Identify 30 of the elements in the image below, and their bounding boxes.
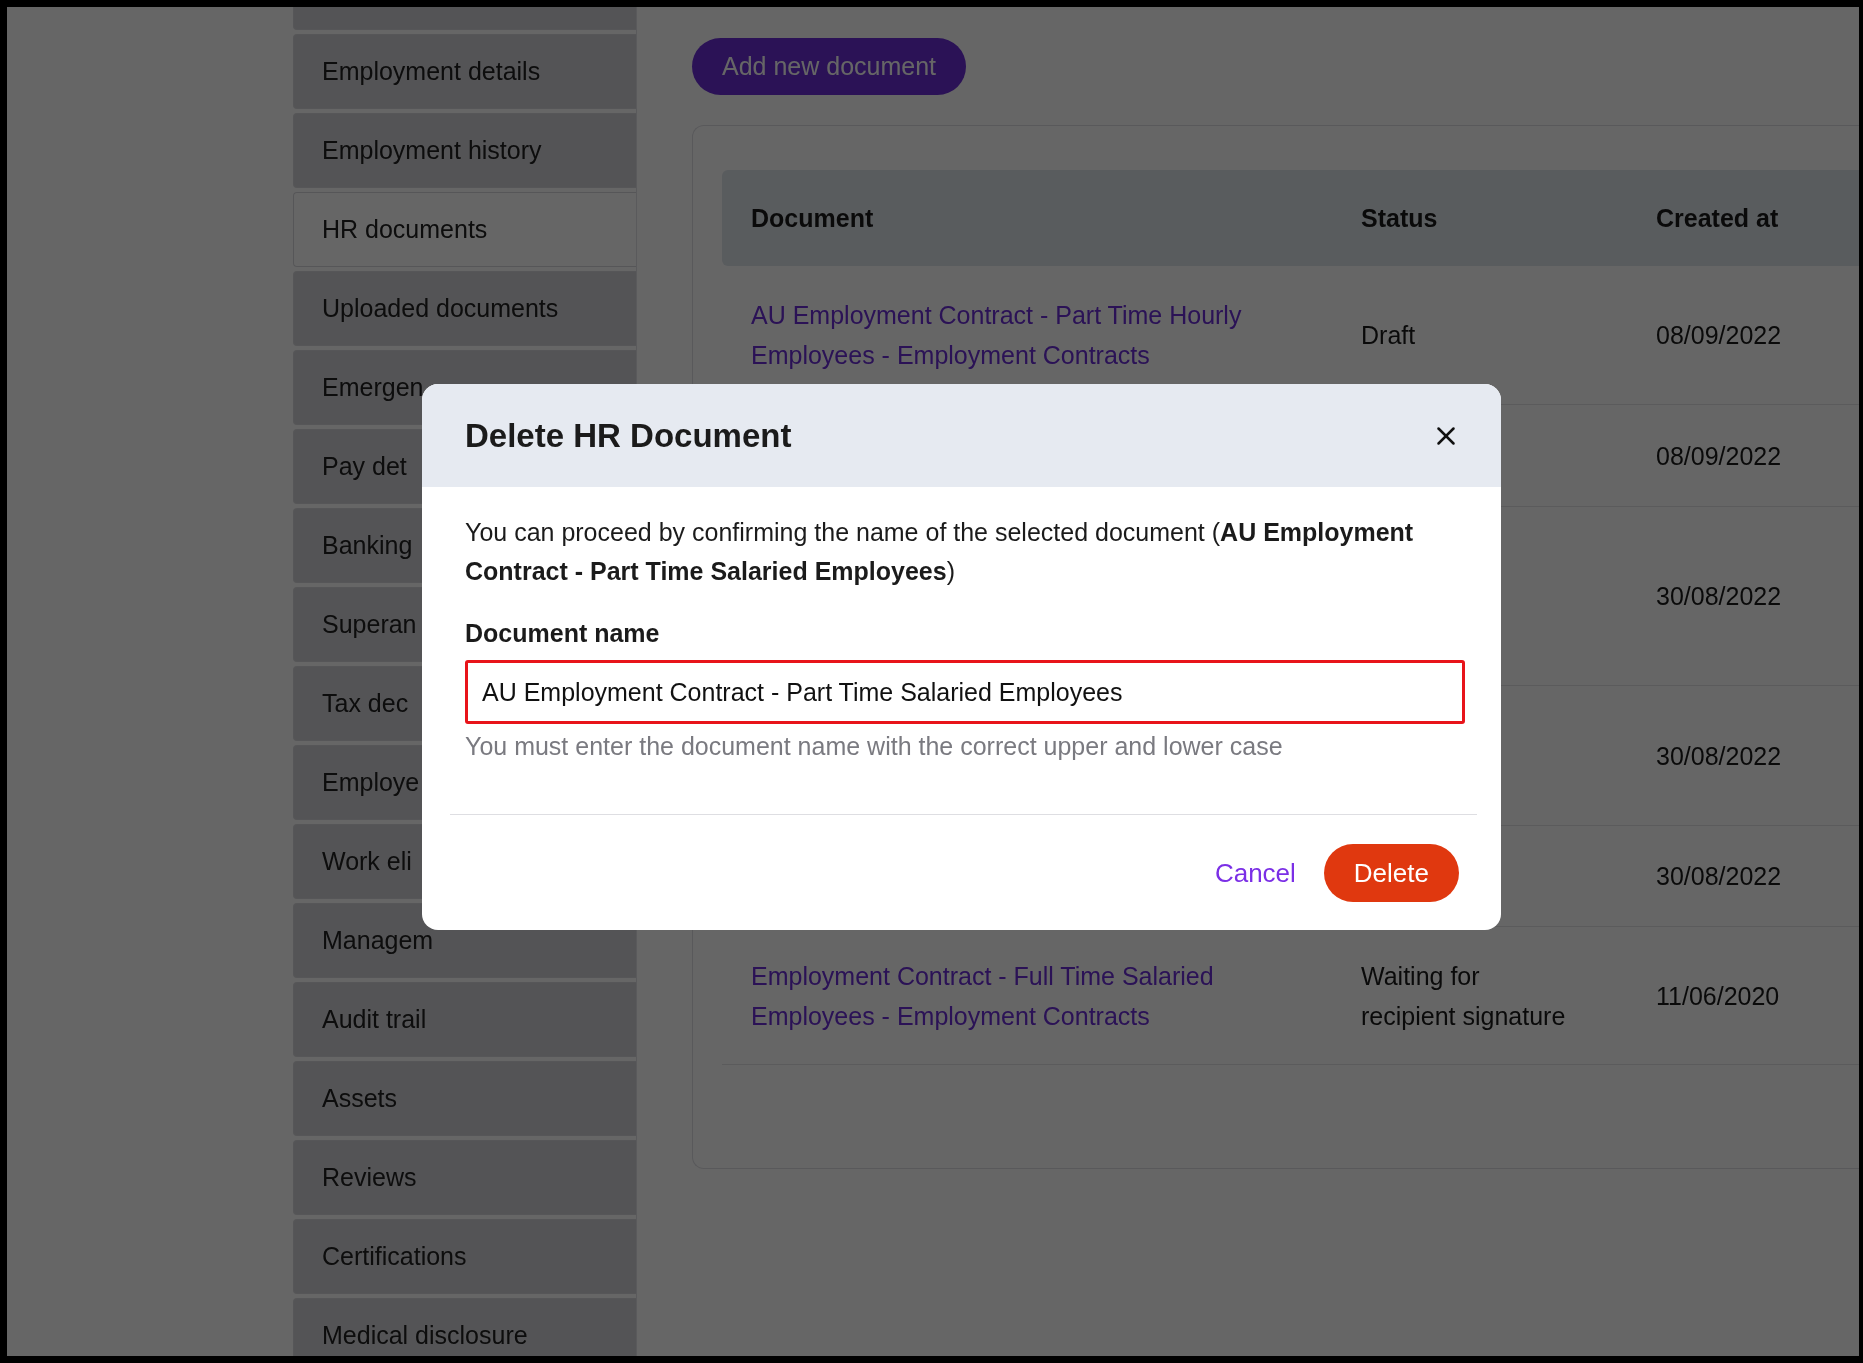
column-header: Status xyxy=(1360,203,1439,233)
sidebar-item[interactable]: HR documents xyxy=(293,192,636,267)
document-link[interactable]: AU Employment Contract - Part Time Hourly Employees - Employment Contracts xyxy=(722,295,1332,375)
sidebar-item[interactable]: Audit trail xyxy=(293,982,636,1057)
status-cell-text: Waiting for recipient signature xyxy=(1360,960,1567,1032)
dialog-title: Delete HR Document xyxy=(465,416,792,455)
document-name-field[interactable]: AU Employment Contract - Part Time Salaried Employees xyxy=(465,660,1465,724)
column-header: Document xyxy=(750,203,875,233)
field-label: Document name xyxy=(465,619,661,648)
sidebar-item[interactable]: Assets xyxy=(293,1061,636,1136)
date-cell-text: 08/09/2022 xyxy=(1655,440,1783,472)
date-cell-text: 30/08/2022 xyxy=(1655,581,1783,612)
sidebar-item[interactable]: Employment history xyxy=(293,113,636,188)
column-header: Created at xyxy=(1655,203,1780,233)
date-cell-text: 08/09/2022 xyxy=(1655,320,1783,351)
sidebar-item[interactable]: Medical disclosure xyxy=(293,1298,636,1356)
date-cell-text: 30/08/2022 xyxy=(1655,861,1783,892)
document-link[interactable]: Employment Contract - Full Time Salaried Employees - Employment Contracts xyxy=(722,955,1332,1036)
status-cell-text: Draft xyxy=(1360,320,1417,351)
delete-button[interactable]: Delete xyxy=(1323,844,1459,902)
sidebar-item[interactable]: Certifications xyxy=(293,1219,636,1294)
sidebar-item[interactable]: Employment details xyxy=(293,34,636,109)
sidebar-item[interactable]: Uploaded documents xyxy=(293,271,636,346)
dialog-message: You can proceed by confirming the name of the selected document (AU Employment Contract - Part Time Salaried Employees) xyxy=(465,517,1415,587)
field-hint: You must enter the document name with the correct upper and lower case xyxy=(465,732,1284,761)
date-cell-text: 30/08/2022 xyxy=(1655,740,1783,772)
sidebar-item[interactable]: Reviews xyxy=(293,1140,636,1215)
date-cell-text: 11/06/2020 xyxy=(1655,980,1781,1012)
cancel-button[interactable]: Cancel xyxy=(1214,857,1296,889)
add-document-button[interactable]: Add new document xyxy=(692,38,967,95)
